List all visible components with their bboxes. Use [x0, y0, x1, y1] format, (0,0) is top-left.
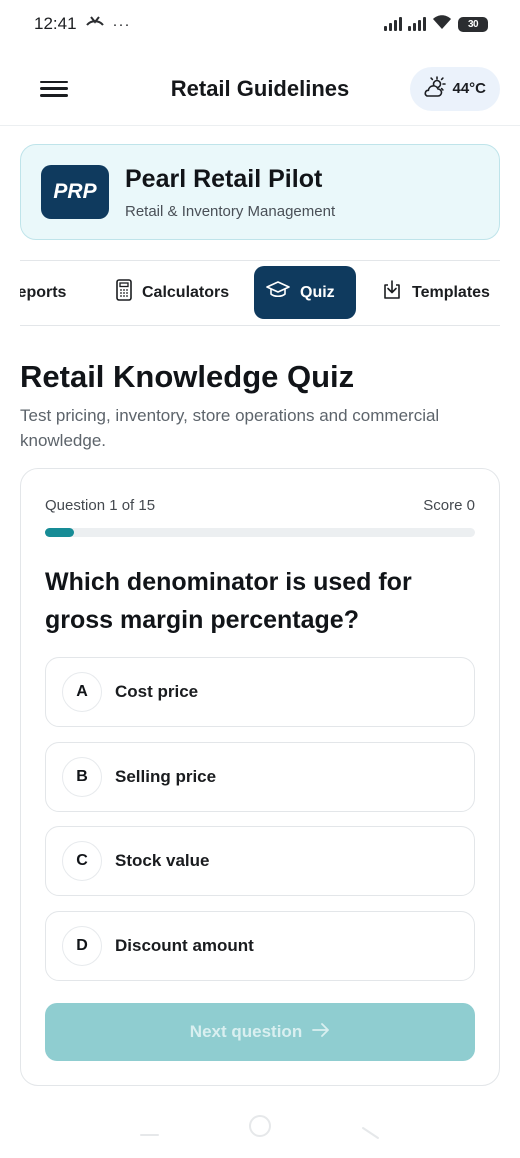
quiz-card: Question 1 of 15 Score 0 Which denominat… [20, 468, 500, 1086]
signal-icon [408, 17, 426, 31]
app-bar: Retail Guidelines 44°C [0, 52, 520, 126]
option-text: Cost price [115, 682, 199, 701]
tab-label: Quiz [300, 283, 335, 301]
answer-option-c[interactable]: C Stock value [45, 826, 475, 896]
option-text: Stock value [115, 851, 210, 870]
question-counter: Question 1 of 15 [45, 497, 156, 514]
option-text: Selling price [115, 767, 217, 786]
weather-chip[interactable]: 44°C [410, 66, 500, 111]
system-nav-bar [0, 1110, 520, 1150]
option-letter: C [62, 841, 102, 881]
progress-fill [45, 528, 74, 537]
tab-label: Calculators [142, 283, 230, 301]
signal-icon [384, 17, 402, 31]
graduation-cap-icon [266, 280, 290, 305]
answer-option-d[interactable]: D Discount amount [45, 911, 475, 981]
status-time: 12:41 [34, 14, 77, 33]
missed-call-icon [85, 14, 105, 35]
tab-label: Templates [412, 283, 490, 301]
download-icon [382, 280, 402, 305]
tab-reports[interactable]: Reports [20, 266, 78, 319]
brand-logo: PRP [41, 165, 109, 219]
brand-card: PRP Pearl Retail Pilot Retail & Inventor… [20, 144, 500, 240]
partly-cloudy-icon [422, 75, 447, 102]
tab-templates[interactable]: Templates [370, 266, 500, 319]
option-letter: A [62, 672, 102, 712]
option-text: Discount amount [115, 936, 254, 955]
answer-option-b[interactable]: B Selling price [45, 742, 475, 812]
next-question-button[interactable]: Next question [45, 1003, 475, 1061]
tab-calculators[interactable]: Calculators [104, 266, 241, 319]
arrow-right-icon [312, 1022, 330, 1042]
home-gesture-icon [249, 1115, 271, 1137]
progress-bar [45, 528, 475, 537]
quiz-meta: Question 1 of 15 Score 0 [45, 497, 475, 514]
option-letter: B [62, 757, 102, 797]
next-button-label: Next question [189, 1022, 303, 1041]
brand-subtitle: Retail & Inventory Management [125, 202, 336, 220]
battery-icon: 30 [458, 16, 488, 32]
question-text: Which denominator is used for gross marg… [45, 568, 412, 634]
tab-quiz[interactable]: Quiz [254, 266, 356, 319]
tab-label: Reports [20, 283, 67, 301]
calculator-icon [116, 279, 132, 306]
status-bar: 12:41 ··· 30 [0, 0, 520, 48]
back-gesture-icon [362, 1127, 379, 1139]
option-letter: D [62, 926, 102, 966]
answer-option-a[interactable]: A Cost price [45, 657, 475, 727]
tab-bar[interactable]: Reports Calculators Quiz [20, 260, 500, 326]
wifi-icon [432, 14, 452, 35]
more-notifications-icon: ··· [112, 15, 131, 33]
section-title: Retail Knowledge Quiz [20, 359, 355, 394]
brand-name: Pearl Retail Pilot [125, 164, 323, 193]
temperature-label: 44°C [452, 80, 486, 97]
score-label: Score 0 [423, 497, 475, 514]
section-description: Test pricing, inventory, store operation… [20, 406, 440, 450]
menu-icon[interactable] [40, 77, 70, 101]
